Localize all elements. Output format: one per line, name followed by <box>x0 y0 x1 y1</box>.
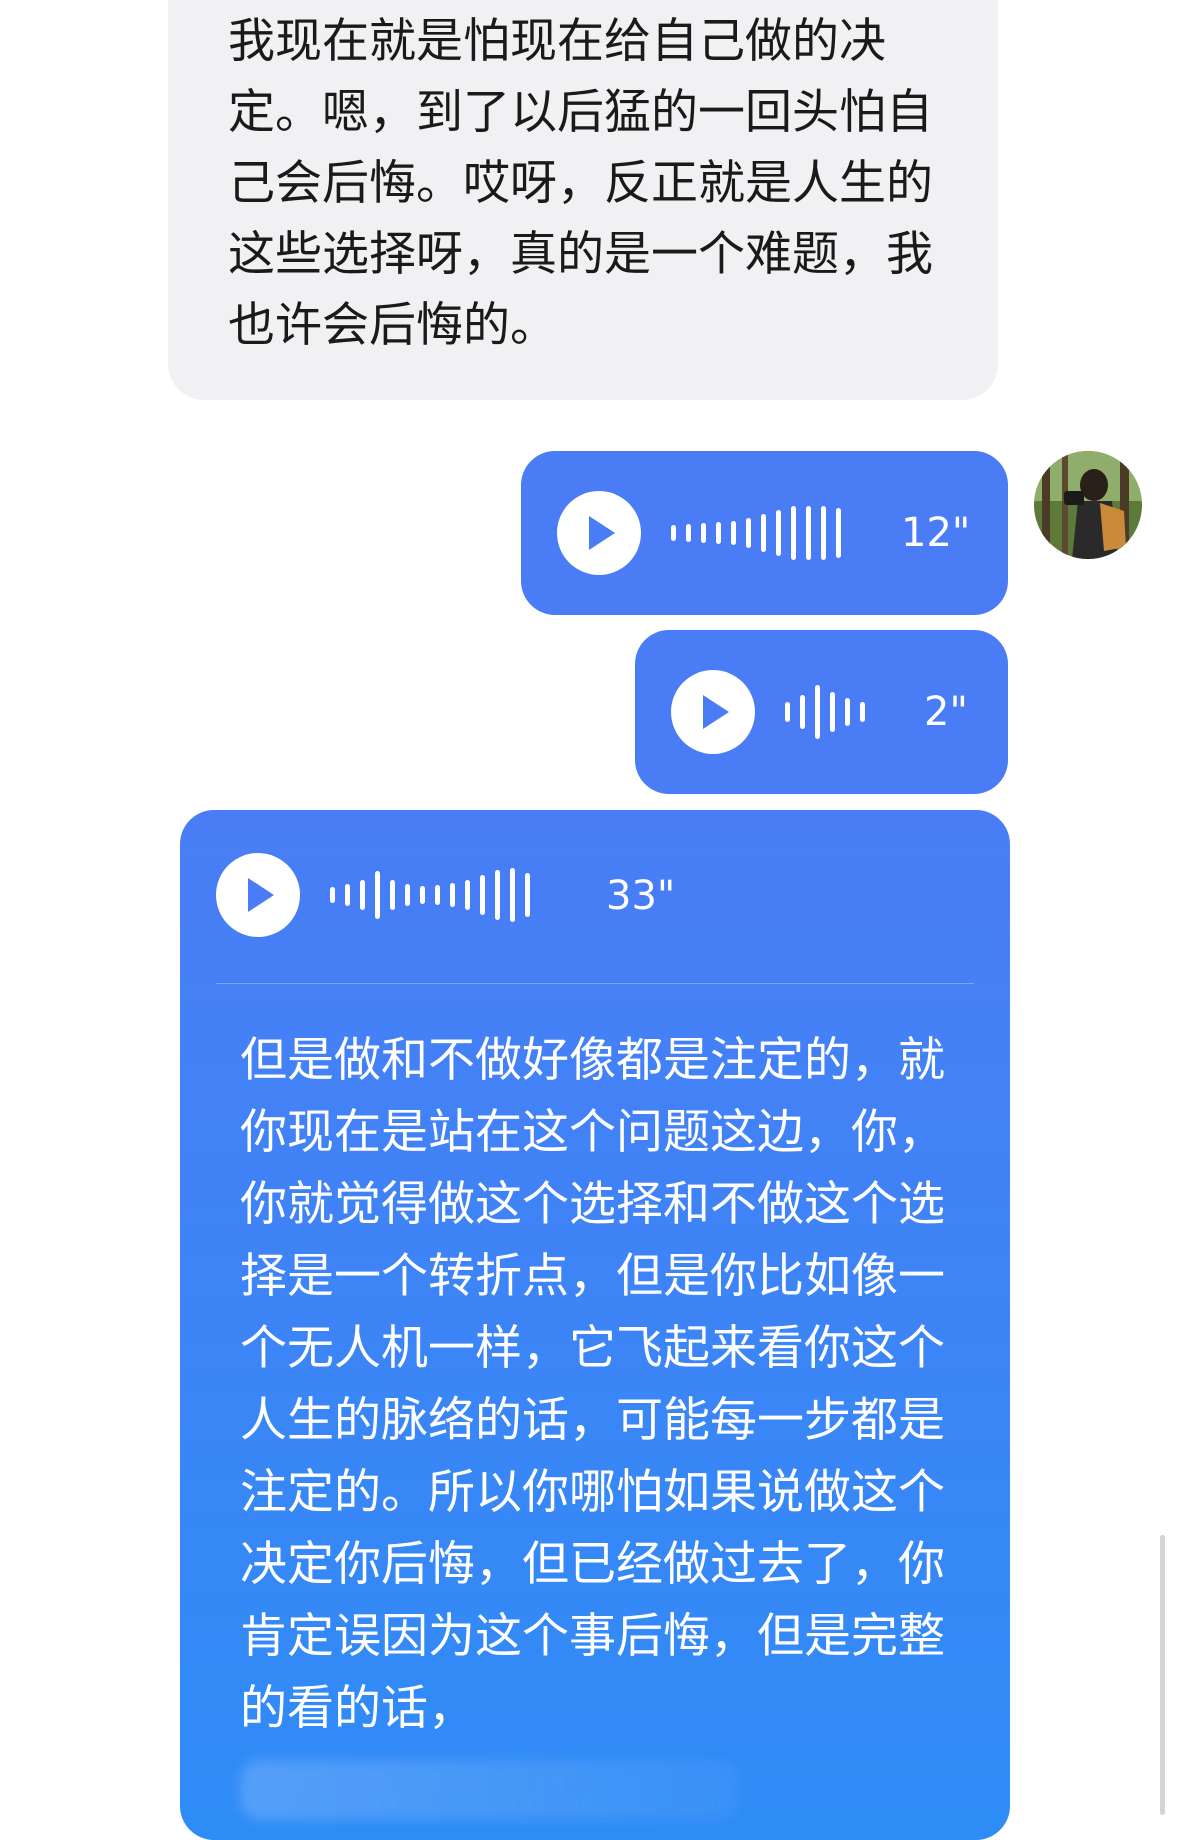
voice-duration: 2" <box>924 689 968 735</box>
voice-message-12s[interactable]: 12" <box>521 451 1008 615</box>
waveform-icon <box>785 682 865 742</box>
voice-message-2s[interactable]: 2" <box>635 630 1008 794</box>
voice-transcript-text: 但是做和不做好像都是注定的，就你现在是站在这个问题这边，你，你就觉得做这个选择和… <box>240 1033 945 1736</box>
voice-message-33s-with-transcript[interactable]: 33" 但是做和不做好像都是注定的，就你现在是站在这个问题这边，你，你就觉得做这… <box>180 810 1010 1840</box>
voice-duration: 12" <box>901 510 971 556</box>
voice-duration: 33" <box>606 873 676 919</box>
transcript-divider <box>216 983 974 984</box>
transcript-loading-fade <box>240 1760 740 1820</box>
scrollbar[interactable] <box>1160 1535 1165 1815</box>
play-icon[interactable] <box>557 491 641 575</box>
incoming-message-bubble[interactable]: 我现在就是怕现在给自己做的决定。嗯，到了以后猛的一回头怕自己会后悔。哎呀，反正就… <box>168 0 998 400</box>
avatar-photo-icon <box>1034 451 1142 559</box>
incoming-message-text: 我现在就是怕现在给自己做的决定。嗯，到了以后猛的一回头怕自己会后悔。哎呀，反正就… <box>228 14 933 353</box>
play-icon[interactable] <box>671 670 755 754</box>
play-icon[interactable] <box>216 853 300 937</box>
avatar[interactable] <box>1034 451 1142 559</box>
waveform-icon <box>671 503 841 563</box>
waveform-icon <box>330 865 530 925</box>
